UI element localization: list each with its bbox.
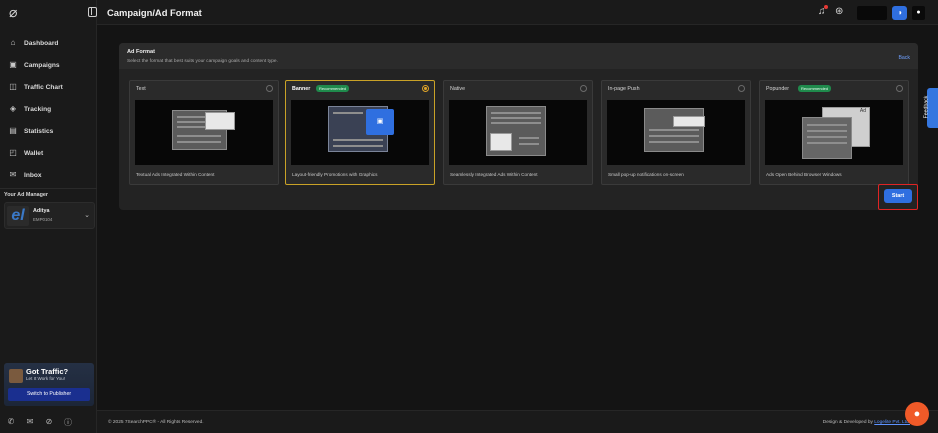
format-radio[interactable] [422,85,429,92]
panel-subtitle: Select the format that best suits your c… [127,59,278,64]
format-description: Small pop-up notifications on-screen [608,172,684,177]
format-card-in-page-push[interactable]: In-page Push Small pop-up notifications … [601,80,751,185]
ad-manager-title: Your Ad Manager [4,192,49,198]
switch-to-publisher-button[interactable]: Switch to Publisher [8,388,90,401]
format-name: Text [136,86,146,92]
sidebar-toggle-icon[interactable] [88,7,97,17]
inbox-icon: ✉ [9,170,17,179]
home-icon: ⌂ [10,38,16,47]
credit-text: Design & Developed by Logelite Pvt. Ltd. [823,420,910,425]
format-description: Seamlessly Integrated Ads Within Content [450,172,538,177]
credit-prefix: Design & Developed by [822,420,873,425]
top-header: Campaign/Ad Format ♫ ⊛ ◑ ● [88,0,938,25]
footer: © 2025 7SearchPPC® - All Rights Reserved… [97,410,938,433]
brand-logo-icon[interactable]: ⌀ [9,5,23,19]
publisher-promo: Got Traffic? Let It Work for You! Switch… [4,363,94,406]
sidebar-nav: ⌂ Dashboard ▣ Campaigns ◫ Traffic Chart … [0,32,97,186]
panel-title: Ad Format [127,49,155,55]
banner-ad-icon: ▣ [366,109,394,135]
page-title: Campaign/Ad Format [107,7,202,18]
preview-page [802,117,852,159]
recommended-badge: Recommended [798,85,832,92]
format-name: Popunder [766,86,789,92]
ad-manager-card[interactable]: el Aditya EMP0104 ⌄ [4,202,95,229]
format-name: Banner [292,86,311,92]
tracking-icon: ◈ [9,104,17,113]
ad-format-panel: Ad Format Select the format that best su… [119,43,918,210]
promo-image [9,369,23,383]
format-radio[interactable] [738,85,745,92]
phone-icon[interactable]: ✆ [6,417,16,428]
help-icon[interactable]: ⊛ [835,6,843,17]
sidebar-item-traffic-chart[interactable]: ◫ Traffic Chart [0,76,97,98]
wallet-icon: ◰ [9,148,17,157]
format-radio[interactable] [266,85,273,92]
sidebar-item-label: Traffic Chart [24,83,63,91]
format-preview [607,100,745,165]
format-card-popunder[interactable]: Popunder Recommended Ad Ads Open Behind … [759,80,909,185]
sidebar-item-dashboard[interactable]: ⌂ Dashboard [0,32,97,54]
format-name: Native [450,86,466,92]
format-preview [135,100,273,165]
add-funds-icon[interactable]: ◑ [892,6,907,20]
format-radio[interactable] [580,85,587,92]
format-preview: ▣ [291,100,429,165]
statistics-icon: ▤ [9,126,17,135]
notification-badge [824,5,828,9]
credit-link[interactable]: Logelite Pvt. Ltd. [874,420,910,425]
info-icon[interactable]: ⓘ [63,417,73,428]
feedback-tab[interactable]: Feedback [923,88,938,128]
panel-header: Ad Format Select the format that best su… [119,43,918,69]
chat-icon[interactable]: ● [905,402,929,426]
sidebar-item-inbox[interactable]: ✉ Inbox [0,164,97,186]
format-preview: Ad [765,100,903,165]
sidebar: ⌀ ⌂ Dashboard ▣ Campaigns ◫ Traffic Char… [0,0,97,433]
mail-icon[interactable]: ✉ [25,417,35,428]
format-card-text[interactable]: Text Textual Ads Integrated Within Conte… [129,80,279,185]
balance-box[interactable] [857,6,887,20]
sidebar-item-label: Wallet [24,149,44,157]
sidebar-item-wallet[interactable]: ◰ Wallet [0,142,97,164]
start-button[interactable]: Start [884,189,912,203]
promo-title: Got Traffic? [26,367,69,376]
format-description: Textual Ads Integrated Within Content [136,172,215,177]
sidebar-item-label: Tracking [24,105,52,113]
avatar: el [7,206,29,226]
sidebar-footer-icons: ✆ ✉ ⊘ ⓘ [6,417,73,428]
feedback-label: Feedback [923,95,930,119]
ad-manager-id: EMP0104 [33,217,53,222]
skype-icon[interactable]: ⊘ [44,417,54,428]
native-ad-icon [490,133,512,151]
sidebar-item-label: Inbox [24,171,42,179]
recommended-badge: Recommended [316,85,350,92]
chevron-down-icon[interactable]: ⌄ [84,211,90,219]
sidebar-item-statistics[interactable]: ▤ Statistics [0,120,97,142]
format-card-banner[interactable]: Banner Recommended ▣ Layout-friendly Pro… [285,80,435,185]
back-button[interactable]: Back [898,55,910,61]
chart-icon: ◫ [9,82,17,91]
preview-page [644,108,704,152]
campaign-icon: ▣ [9,60,17,69]
divider [0,188,97,189]
sidebar-item-label: Dashboard [24,39,59,47]
sidebar-item-label: Campaigns [24,61,60,69]
ad-manager-name: Aditya [33,208,50,214]
format-preview [449,100,587,165]
preview-text-ad [205,112,235,130]
format-description: Ads Open Behind Browser Windows [766,172,842,177]
format-card-native[interactable]: Native Seamlessly Integrated Ads Within … [443,80,593,185]
copyright-text: © 2025 7SearchPPC® - All Rights Reserved… [108,420,204,425]
user-icon[interactable]: ● [912,6,925,20]
push-notification-icon [673,116,705,127]
format-radio[interactable] [896,85,903,92]
promo-subtitle: Let It Work for You! [26,376,65,381]
sidebar-item-label: Statistics [24,127,54,135]
sidebar-item-tracking[interactable]: ◈ Tracking [0,98,97,120]
format-description: Layout-friendly Promotions with Graphics [292,172,378,177]
format-name: In-page Push [608,86,640,92]
sidebar-item-campaigns[interactable]: ▣ Campaigns [0,54,97,76]
